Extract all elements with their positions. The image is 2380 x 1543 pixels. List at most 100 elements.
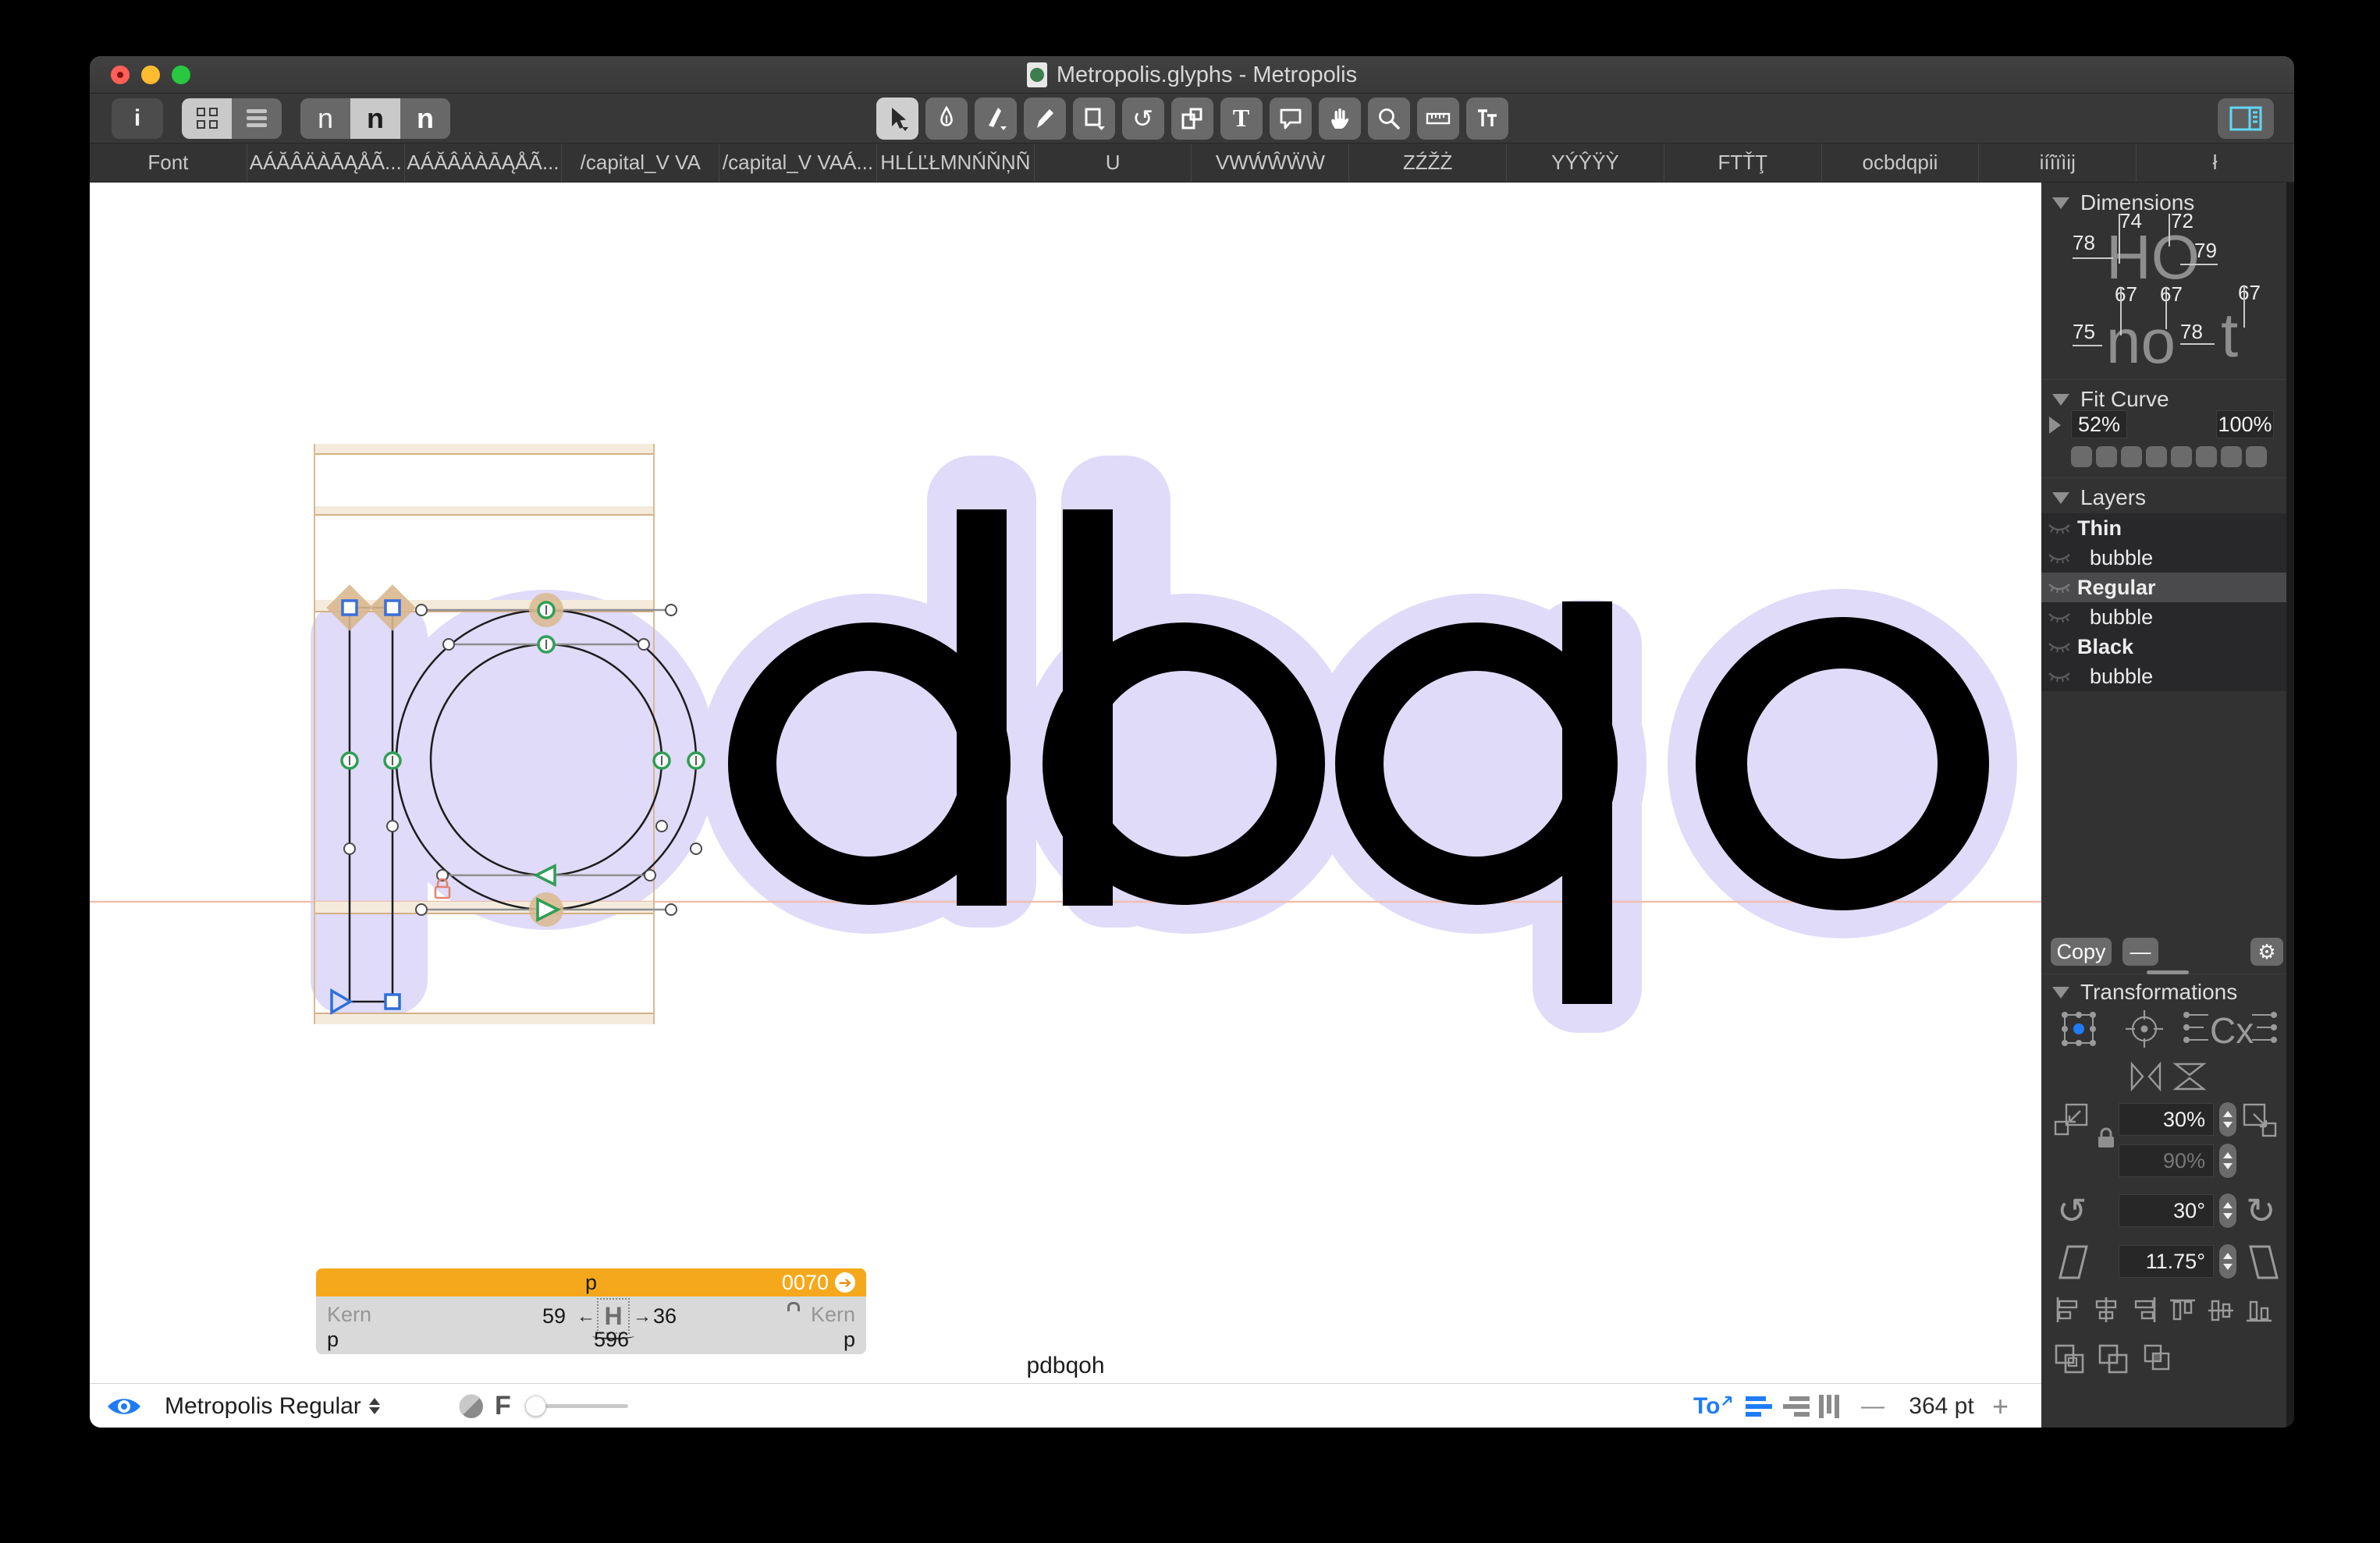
sidebar-toggle-button[interactable] bbox=[2218, 98, 2274, 139]
tab-a-diacritics-2[interactable]: AÁĂÂÄÀĀĄÅÃ... bbox=[405, 144, 563, 182]
fit-curve-expand-icon[interactable] bbox=[2049, 417, 2061, 434]
fit-curve-step[interactable] bbox=[2221, 446, 2242, 467]
glyph-edit-canvas[interactable]: p 0070 ➔ Kern 59 ← H → 36 K bbox=[90, 183, 2041, 1383]
slider-track[interactable] bbox=[527, 1404, 628, 1408]
fit-curve-step[interactable] bbox=[2146, 446, 2167, 467]
rotate-ccw-button[interactable]: ↺ bbox=[2057, 1193, 2087, 1229]
slider-knob[interactable] bbox=[525, 1396, 546, 1417]
eye-closed-icon[interactable] bbox=[2048, 580, 2071, 594]
align-center-horizontal-button[interactable] bbox=[2092, 1296, 2120, 1325]
eye-closed-icon[interactable] bbox=[2048, 669, 2071, 683]
transform-background-button[interactable]: Cx bbox=[2182, 1007, 2279, 1055]
zoom-level-field[interactable]: 364 pt bbox=[1899, 1384, 1984, 1428]
inverted-preview-button[interactable]: n bbox=[400, 98, 450, 139]
tab-lslash[interactable]: ł bbox=[2137, 144, 2294, 182]
list-view-button[interactable] bbox=[232, 98, 282, 139]
disclosure-triangle-icon[interactable] bbox=[2052, 492, 2069, 504]
left-sidebearing-value[interactable]: 59 bbox=[542, 1304, 566, 1328]
right-sidebearing-value[interactable]: 36 bbox=[653, 1304, 677, 1328]
tab-hl-mn[interactable]: HLĹĽŁMNŃŇŅÑ bbox=[877, 144, 1035, 182]
proportional-lock-icon[interactable] bbox=[2096, 1126, 2116, 1154]
fit-curve-step[interactable] bbox=[2096, 446, 2117, 467]
rotate-stepper[interactable] bbox=[2219, 1194, 2236, 1228]
advance-width-value[interactable]: 596 bbox=[594, 1328, 629, 1352]
preview-size-slider[interactable] bbox=[527, 1384, 628, 1428]
annotation-tool-button[interactable] bbox=[1270, 98, 1312, 140]
scale-up-button[interactable] bbox=[2243, 1103, 2277, 1141]
rotate-angle-field[interactable]: 30° bbox=[2119, 1194, 2214, 1227]
disclosure-triangle-icon[interactable] bbox=[2052, 987, 2069, 999]
tab-y[interactable]: YÝŶŸỲ bbox=[1507, 144, 1664, 182]
eye-closed-icon[interactable] bbox=[2048, 640, 2071, 654]
shapes-tool-button[interactable] bbox=[1073, 98, 1115, 140]
layer-row-black[interactable]: Black bbox=[2041, 632, 2294, 662]
align-center-vertical-button[interactable] bbox=[2207, 1296, 2235, 1325]
right-kern-field[interactable]: Kern bbox=[811, 1303, 855, 1327]
zoom-in-button[interactable]: + bbox=[1992, 1384, 2009, 1428]
tab-i-diacritics[interactable]: iíîïìij bbox=[1979, 144, 2137, 182]
tab-ocbdqpii[interactable]: ocbdqpii bbox=[1822, 144, 1980, 182]
fit-curve-section-header[interactable]: Fit Curve bbox=[2041, 387, 2294, 412]
unicode-arrow-icon[interactable]: ➔ bbox=[835, 1272, 855, 1293]
slant-stepper[interactable] bbox=[2219, 1244, 2236, 1279]
fit-curve-step[interactable] bbox=[2196, 446, 2217, 467]
scale-tool-button[interactable] bbox=[1171, 98, 1213, 140]
subtract-paths-button[interactable] bbox=[2098, 1343, 2129, 1375]
fit-curve-step[interactable] bbox=[2246, 446, 2267, 467]
align-top-edges-button[interactable] bbox=[2169, 1296, 2197, 1325]
tab-u[interactable]: U bbox=[1035, 144, 1192, 182]
title-bar[interactable]: Metropolis.glyphs - Metropolis bbox=[90, 56, 2294, 94]
layers-section-header[interactable]: Layers bbox=[2041, 485, 2294, 510]
zoom-out-button[interactable]: — bbox=[1861, 1384, 1884, 1428]
rotate-tool-button[interactable]: ↺ bbox=[1122, 98, 1164, 140]
fit-curve-step[interactable] bbox=[2071, 446, 2092, 467]
align-right-text-button[interactable] bbox=[1781, 1384, 1811, 1428]
grid-view-button[interactable] bbox=[182, 98, 232, 139]
remove-layer-button[interactable]: — bbox=[2122, 938, 2158, 966]
tab-vw[interactable]: VWẂŴẄẀ bbox=[1192, 144, 1349, 182]
fit-curve-min-field[interactable]: 52% bbox=[2071, 410, 2127, 438]
layer-row-bubble-black[interactable]: bubble bbox=[2041, 662, 2294, 691]
layer-row-thin[interactable]: Thin bbox=[2041, 513, 2294, 543]
mirror-vertical-button[interactable] bbox=[2171, 1059, 2208, 1098]
edit-text-preview[interactable]: pdbqoh bbox=[90, 1353, 2041, 1379]
pencil-tool-button[interactable] bbox=[1024, 98, 1066, 140]
align-left-text-button[interactable] bbox=[1744, 1384, 1774, 1428]
preview-eye-toggle[interactable] bbox=[105, 1384, 143, 1428]
scale-stepper[interactable] bbox=[2219, 1102, 2236, 1137]
transform-origin-button[interactable] bbox=[2057, 1007, 2101, 1055]
eye-closed-icon[interactable] bbox=[2048, 521, 2071, 535]
text-tool-button[interactable]: T bbox=[1220, 98, 1263, 140]
knife-tool-button[interactable] bbox=[975, 98, 1017, 140]
slant-angle-field[interactable]: 11.75° bbox=[2119, 1245, 2214, 1278]
fit-curve-max-field[interactable]: 100% bbox=[2216, 410, 2274, 438]
font-info-button[interactable]: i bbox=[112, 98, 163, 139]
copy-layer-button[interactable]: Copy bbox=[2051, 938, 2112, 966]
kerning-tool-button[interactable] bbox=[1466, 98, 1508, 140]
transform-reference-point-button[interactable] bbox=[2122, 1007, 2166, 1055]
tab-z[interactable]: ZŹŽŻ bbox=[1349, 144, 1507, 182]
sidebar-scroll-track[interactable] bbox=[2286, 183, 2294, 1428]
tab-capital-v-va[interactable]: /capital_V VA bbox=[562, 144, 719, 182]
scale-percent-field[interactable]: 30% bbox=[2119, 1103, 2214, 1136]
align-right-edges-button[interactable] bbox=[2130, 1296, 2158, 1325]
union-paths-button[interactable] bbox=[2054, 1343, 2085, 1375]
selected-endpoint-node[interactable] bbox=[385, 995, 400, 1009]
zoom-tool-button[interactable] bbox=[1368, 98, 1410, 140]
layer-row-bubble-regular[interactable]: bubble bbox=[2041, 602, 2294, 632]
slant-right-button[interactable] bbox=[2246, 1243, 2282, 1285]
glyph-info-header[interactable]: p 0070 ➔ bbox=[316, 1268, 866, 1296]
slant-left-button[interactable] bbox=[2055, 1243, 2091, 1285]
transformations-section-header[interactable]: Transformations bbox=[2041, 980, 2294, 1005]
align-left-edges-button[interactable] bbox=[2054, 1296, 2082, 1325]
disclosure-triangle-icon[interactable] bbox=[2052, 394, 2069, 406]
rotate-cw-button[interactable]: ↻ bbox=[2246, 1193, 2276, 1229]
scale-vertical-field[interactable]: 90% bbox=[2119, 1144, 2214, 1177]
vertical-layout-button[interactable] bbox=[1816, 1384, 1842, 1428]
font-master-selector[interactable]: Metropolis Regular bbox=[165, 1384, 380, 1428]
filled-preview-button[interactable]: n bbox=[350, 98, 400, 139]
contrast-preview-button[interactable] bbox=[458, 1384, 485, 1428]
hand-tool-button[interactable] bbox=[1319, 98, 1361, 140]
text-cursor-tool-button[interactable]: To bbox=[1693, 1384, 1734, 1428]
mirror-horizontal-button[interactable] bbox=[2127, 1059, 2165, 1098]
